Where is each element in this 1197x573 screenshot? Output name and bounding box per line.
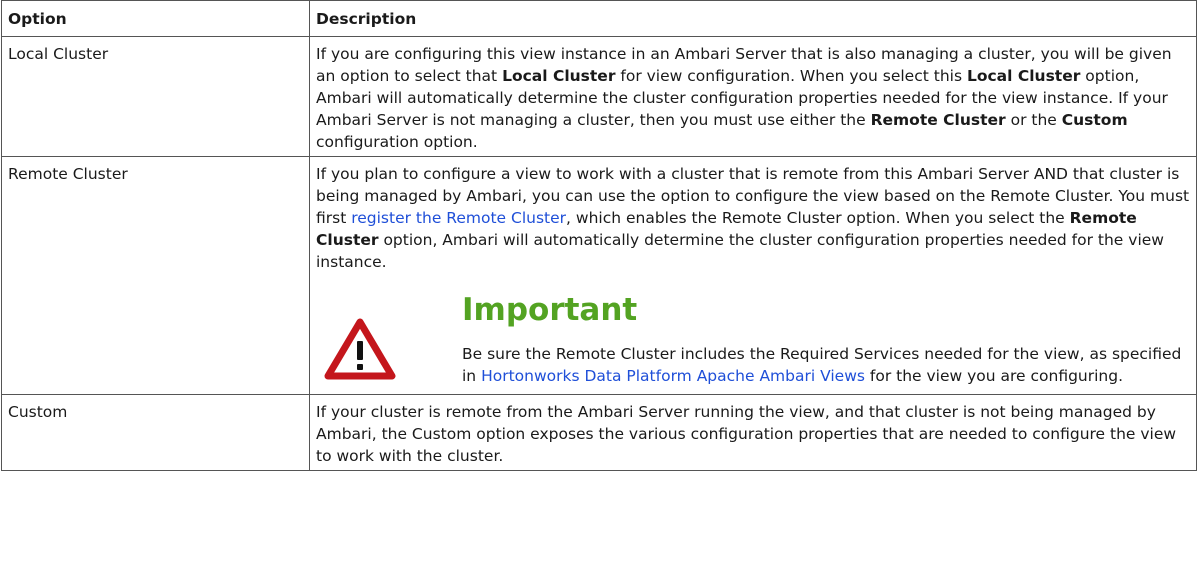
admonition-text-part: for the view you are configuring. — [864, 367, 1124, 385]
admonition-text: Be sure the Remote Cluster includes the … — [462, 343, 1190, 387]
bold-term: Remote Cluster — [870, 111, 1006, 129]
bold-term: Local Cluster — [502, 67, 616, 85]
description-text: configuration option. — [316, 133, 478, 151]
table-row: Custom If your cluster is remote from th… — [1, 394, 1197, 471]
table-header-row: Option Description — [1, 0, 1197, 37]
column-header-option: Option — [1, 0, 310, 37]
option-name-cell: Custom — [1, 394, 310, 471]
bold-term: Local Cluster — [966, 67, 1081, 85]
admonition-title: Important — [462, 292, 638, 328]
option-name-cell: Remote Cluster — [1, 156, 310, 395]
description-text: for view configuration. When you select … — [615, 67, 967, 85]
table-row: Remote Cluster If you plan to configure … — [1, 156, 1197, 395]
options-table: Option Description Local Cluster If you … — [1, 0, 1197, 471]
warning-triangle-icon — [316, 289, 462, 387]
description-text: option, Ambari will automatically determ… — [316, 231, 1164, 271]
table-row: Local Cluster If you are configuring thi… — [1, 36, 1197, 157]
description-cell: If you plan to configure a view to work … — [309, 156, 1197, 395]
bold-term: Custom — [1061, 111, 1128, 129]
description-text: or the — [1005, 111, 1062, 129]
description-text: , which enables the Remote Cluster optio… — [566, 209, 1070, 227]
option-name-cell: Local Cluster — [1, 36, 310, 157]
description-cell: If your cluster is remote from the Ambar… — [309, 394, 1197, 471]
description-paragraph: If you plan to configure a view to work … — [316, 163, 1190, 273]
ambari-views-guide-link[interactable]: Hortonworks Data Platform Apache Ambari … — [481, 367, 865, 385]
description-cell: If you are configuring this view instanc… — [309, 36, 1197, 157]
column-header-description: Description — [309, 0, 1197, 37]
register-remote-cluster-link[interactable]: register the Remote Cluster — [351, 209, 566, 227]
admonition-body: Important Be sure the Remote Cluster inc… — [462, 289, 1190, 387]
important-admonition: Important Be sure the Remote Cluster inc… — [316, 289, 1190, 391]
